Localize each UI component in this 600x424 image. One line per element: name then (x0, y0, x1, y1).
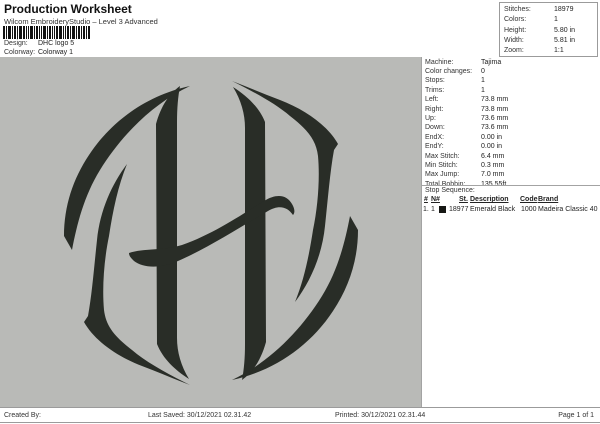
machine-info-row: Trims: 1 (425, 86, 485, 94)
col-header-brand: Brand (538, 196, 559, 203)
machine-info-row: Right: 73.8 mm (425, 105, 509, 113)
machine-info-row: Min Stitch: 0.3 mm (425, 161, 505, 169)
machine-info-panel: Machine: Tajima Color changes: 0 Stops: 1 T… (421, 57, 600, 407)
summary-row-zoom: Zoom: 1:1 (504, 47, 564, 55)
production-worksheet-page: { "header": { "title": "Production Works… (0, 0, 600, 424)
col-header-needle: N# (431, 196, 440, 203)
page-number: Page 1 of 1 (558, 411, 594, 419)
colorway-label: Colorway: (4, 49, 36, 56)
machine-info-row: Down: 73.6 mm (425, 124, 509, 132)
machine-info-row: EndY: 0.00 in (425, 143, 503, 151)
monogram-h-bar (156, 86, 189, 379)
summary-row-width: Width: 5.81 in (504, 36, 576, 44)
stop-row-stitches: 18977 (449, 205, 469, 213)
monogram-swash-crossbar (129, 195, 295, 267)
page-title: Production Worksheet (4, 2, 132, 16)
thread-color-swatch (439, 206, 446, 213)
printed-text: Printed: 30/12/2021 02.31.44 (335, 411, 426, 419)
summary-row-height: Height: 5.80 in (504, 26, 576, 34)
design-canvas (0, 57, 421, 407)
col-header-stitches: St. (459, 196, 468, 203)
col-header-code: Code (520, 196, 538, 203)
design-summary-box: Stitches: 18979 Colors: 1 Height: 5.80 in W… (499, 2, 598, 57)
machine-info-row: Max Stitch: 6.4 mm (425, 152, 505, 160)
machine-info-row: Machine: Tajima (425, 58, 502, 66)
embroidery-design-preview (64, 81, 358, 385)
last-saved-text: Last Saved: 30/12/2021 02.31.42 (148, 411, 252, 419)
monogram-half-group (64, 86, 190, 385)
design-barcode (3, 26, 90, 39)
page-bottom-rule (0, 422, 600, 423)
summary-row-colors: Colors: 1 (504, 16, 558, 24)
machine-info-row: Color changes: 0 (425, 67, 485, 75)
stop-row-num: 1. (423, 205, 429, 213)
col-header-num: # (424, 196, 428, 203)
stop-row-description: Emerald Black (470, 205, 516, 213)
colorway-name: Colorway 1 (38, 49, 74, 56)
summary-row-stitches: Stitches: 18979 (504, 6, 574, 13)
machine-info-row: Left: 73.8 mm (425, 96, 509, 104)
machine-info-row: Up: 73.6 mm (425, 114, 509, 122)
stop-sequence-title: Stop Sequence: (425, 187, 475, 194)
design-name: DHC logo 5 (38, 40, 75, 47)
machine-info-row: EndX: 0.00 in (425, 133, 503, 141)
stop-row-code: 1000 (521, 205, 537, 213)
machine-info-row: Max Jump: 7.0 mm (425, 171, 505, 179)
created-by-label: Created By: (4, 411, 41, 419)
stop-row-brand: Madeira Classic 40 (538, 205, 598, 213)
machine-info-row: Stops: 1 (425, 77, 485, 85)
stop-sequence-divider (422, 185, 600, 186)
design-label: Design: (4, 40, 28, 47)
monogram-rotated-half (232, 81, 358, 380)
stop-row-needle: 1 (431, 205, 435, 213)
col-header-description: Description (470, 196, 509, 203)
